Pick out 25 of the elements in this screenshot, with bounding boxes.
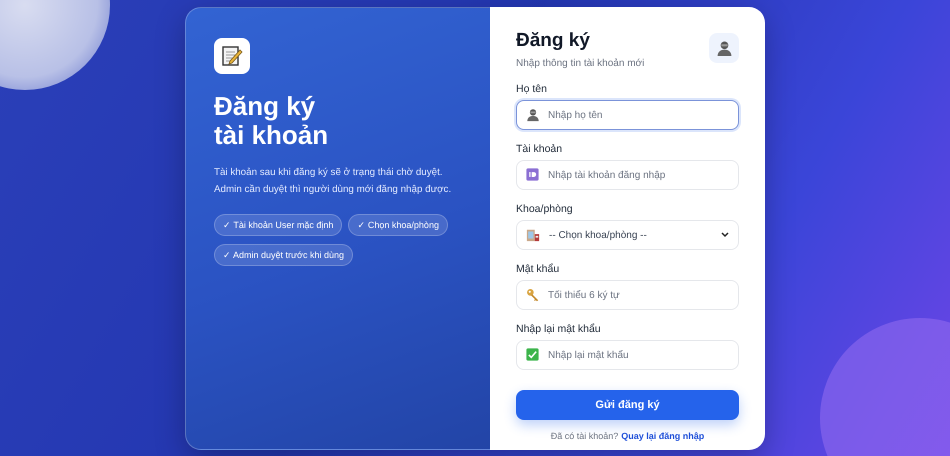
form-subtitle: Nhập thông tin tài khoản mới <box>516 58 644 69</box>
field-label: Họ tên <box>516 83 548 95</box>
login-link[interactable]: Quay lại đăng nhập <box>621 431 704 441</box>
feature-chip: ✓ Tài khoản User mặc định <box>214 214 342 236</box>
field-label: Nhập lại mật khẩu <box>516 323 602 335</box>
form-title: Đăng ký <box>516 29 591 53</box>
password-field[interactable]: Nhập lại mật khẩu <box>516 340 739 370</box>
person-icon <box>716 40 732 56</box>
key-icon <box>526 288 540 302</box>
submit-button[interactable]: Gửi đăng ký <box>516 390 739 420</box>
field-label: Khoa/phòng <box>516 203 574 215</box>
feature-chip: ✓ Admin duyệt trước khi dùng <box>214 244 353 266</box>
notepad-pencil-icon <box>221 45 243 67</box>
footer-text: Đã có tài khoản? <box>550 431 618 441</box>
field-label: Mật khẩu <box>516 263 560 275</box>
person-icon <box>526 108 540 122</box>
field-label: Tài khoản <box>516 143 564 155</box>
dropdown-field[interactable]: -- Chọn khoa/phòng -- <box>516 220 739 250</box>
page-heading: Đăng ký tài khoản <box>214 92 330 150</box>
building-icon <box>526 228 540 242</box>
feature-chip: ✓ Chọn khoa/phòng <box>348 214 448 236</box>
input-field[interactable]: Nhập họ tên <box>516 100 739 130</box>
chevron-down-icon <box>721 232 729 238</box>
password-field[interactable]: Tối thiểu 6 ký tự <box>516 280 739 310</box>
intro-text: Tài khoản sau khi đăng ký sẽ ở trạng thái chờ duyệt. Admin cần duyệt thì người dùng mới đăng nhập được. <box>214 166 452 197</box>
